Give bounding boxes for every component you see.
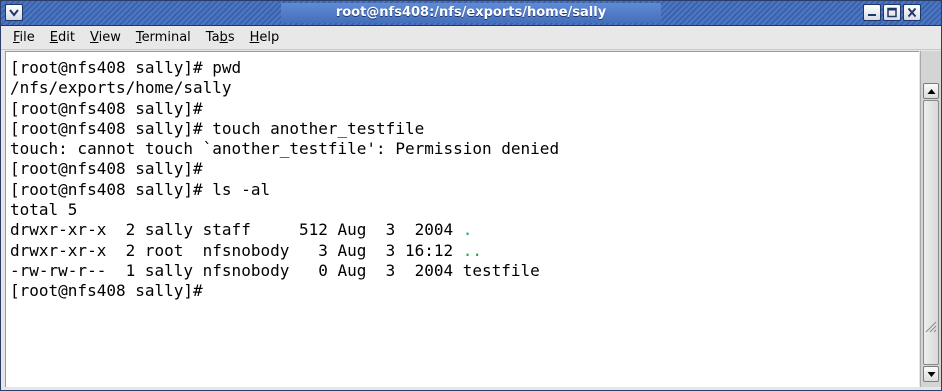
scroll-down-button[interactable] <box>923 366 939 382</box>
maximize-icon <box>887 7 897 18</box>
window-menu-button[interactable] <box>5 4 23 21</box>
terminal-line: [root@nfs408 sally]# <box>10 159 203 179</box>
title-bar[interactable]: root@nfs408:/nfs/exports/home/sally <box>1 1 941 26</box>
terminal-area[interactable]: [root@nfs408 sally]# pwd/nfs/exports/hom… <box>5 51 919 387</box>
menu-help-mnemonic: H <box>249 29 260 45</box>
arrow-down-icon <box>927 372 936 377</box>
listing-row-name: testfile <box>462 260 540 280</box>
terminal-line: [root@nfs408 sally]# ls -al <box>10 179 271 199</box>
resize-grip-icon[interactable] <box>923 319 937 333</box>
menu-view-label: iew <box>98 29 121 45</box>
vertical-scrollbar[interactable] <box>920 51 941 387</box>
terminal-line: [root@nfs408 sally]# touch another_testf… <box>10 118 425 138</box>
menu-edit-label: dit <box>58 29 75 45</box>
menu-file[interactable]: File <box>5 27 42 49</box>
menu-help[interactable]: Help <box>242 27 287 49</box>
menu-view[interactable]: View <box>82 27 128 49</box>
maximize-button[interactable] <box>883 4 901 21</box>
chevron-down-icon <box>9 9 19 17</box>
menu-tabs[interactable]: Tabs <box>198 27 242 49</box>
menu-edit[interactable]: Edit <box>42 27 82 49</box>
menu-view-mnemonic: V <box>89 29 99 45</box>
menu-help-label: elp <box>259 29 280 45</box>
terminal-output[interactable]: [root@nfs408 sally]# pwd/nfs/exports/hom… <box>6 52 919 302</box>
terminal-line: /nfs/exports/home/sally <box>10 78 232 98</box>
minimize-button[interactable] <box>863 4 881 21</box>
menu-edit-mnemonic: E <box>49 29 58 45</box>
terminal-line: [root@nfs408 sally]# pwd <box>10 58 242 77</box>
terminal-line: total 5 <box>10 200 78 220</box>
minimize-icon <box>868 14 876 16</box>
close-icon <box>907 7 917 18</box>
terminal-window: root@nfs408:/nfs/exports/home/sally File… <box>0 0 942 391</box>
listing-row: drwxr-xr-x 2 root nfsnobody 3 Aug 3 16:1… <box>10 241 919 261</box>
terminal-line: touch: cannot touch `another_testfile': … <box>10 139 560 159</box>
menu-tabs-label-end: s <box>227 29 235 45</box>
arrow-up-icon <box>927 89 936 94</box>
window-title-plate: root@nfs408:/nfs/exports/home/sally <box>281 3 661 23</box>
listing-row-name: . <box>462 220 473 240</box>
listing-row-details: -rw-rw-r-- 1 sally nfsnobody 0 Aug 3 200… <box>10 260 463 280</box>
window-title: root@nfs408:/nfs/exports/home/sally <box>335 5 607 20</box>
listing-row: drwxr-xr-x 2 sally staff 512 Aug 3 2004 … <box>10 220 919 240</box>
menu-tabs-mnemonic: b <box>219 29 228 45</box>
menu-bar: File Edit View Terminal Tabs Help <box>1 26 941 50</box>
terminal-line: [root@nfs408 sally]# <box>10 98 203 118</box>
listing-row-details: drwxr-xr-x 2 root nfsnobody 3 Aug 3 16:1… <box>10 240 463 260</box>
terminal-prompt: [root@nfs408 sally]# <box>10 281 203 301</box>
scroll-up-button[interactable] <box>923 83 939 99</box>
menu-file-label: ile <box>19 29 35 45</box>
listing-row-name: .. <box>462 240 483 260</box>
menu-terminal[interactable]: Terminal <box>128 27 198 49</box>
menu-terminal-label: erminal <box>141 29 191 45</box>
listing-row: -rw-rw-r-- 1 sally nfsnobody 0 Aug 3 200… <box>10 261 919 281</box>
listing-row-details: drwxr-xr-x 2 sally staff 512 Aug 3 2004 <box>10 220 463 240</box>
close-button[interactable] <box>903 4 921 21</box>
menu-tabs-label-start: Ta <box>205 29 220 45</box>
